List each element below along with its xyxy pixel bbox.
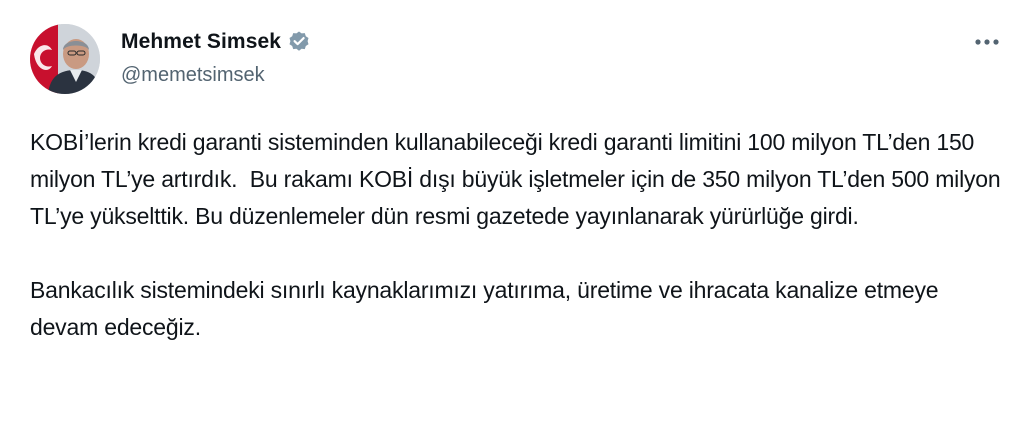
author-block: Mehmet Simsek @memetsimsek (121, 28, 311, 87)
tweet-paragraph: KOBİ’lerin kredi garanti sisteminden kul… (30, 129, 1007, 229)
more-options-button[interactable] (970, 30, 1004, 54)
avatar[interactable] (30, 24, 100, 94)
tweet-card: Mehmet Simsek @memetsimsek KOBİ’lerin kr… (0, 0, 1024, 425)
display-name[interactable]: Mehmet Simsek (121, 30, 281, 54)
more-horizontal-icon (975, 39, 999, 45)
tweet-paragraph: Bankacılık sistemindeki sınırlı kaynakla… (30, 277, 945, 340)
tweet-text: KOBİ’lerin kredi garanti sisteminden kul… (30, 124, 1005, 346)
author-name-row: Mehmet Simsek (121, 28, 311, 56)
user-handle[interactable]: @memetsimsek (121, 64, 311, 87)
verified-badge-icon (287, 30, 311, 54)
avatar-photo (30, 24, 100, 94)
